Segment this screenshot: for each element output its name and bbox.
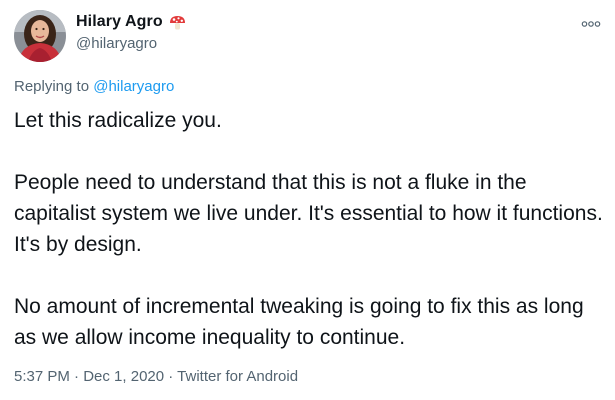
replying-to-mention-link[interactable]: @hilaryagro [93, 78, 174, 95]
replying-to: Replying to @hilaryagro [14, 78, 174, 95]
avatar-image [14, 10, 66, 62]
tweet-card: Hilary Agro @hilaryagro Replying to @hil… [0, 0, 615, 400]
tweet-paragraph: No amount of incremental tweaking is goi… [14, 295, 590, 349]
tweet-date-link[interactable]: Dec 1, 2020 [83, 368, 164, 385]
replying-to-prefix: Replying to [14, 78, 94, 95]
author-handle[interactable]: @hilaryagro [76, 35, 157, 52]
display-name[interactable]: Hilary Agro [76, 13, 163, 31]
tweet-paragraph: People need to understand that this is n… [14, 171, 609, 256]
more-options-icon[interactable] [581, 17, 601, 29]
meta-separator: · [164, 368, 178, 385]
avatar[interactable] [14, 10, 66, 62]
tweet-source-link[interactable]: Twitter for Android [177, 368, 298, 385]
tweet-time-link[interactable]: 5:37 PM [14, 368, 70, 385]
tweet-paragraph: Let this radicalize you. [14, 109, 222, 132]
tweet-text: Let this radicalize you. People need to … [14, 105, 604, 353]
mushroom-icon [169, 14, 186, 31]
meta-separator: · [69, 368, 84, 385]
tweet-metadata: 5:37 PM · Dec 1, 2020 · Twitter for Andr… [14, 368, 298, 385]
author-name-row[interactable]: Hilary Agro [76, 13, 186, 31]
